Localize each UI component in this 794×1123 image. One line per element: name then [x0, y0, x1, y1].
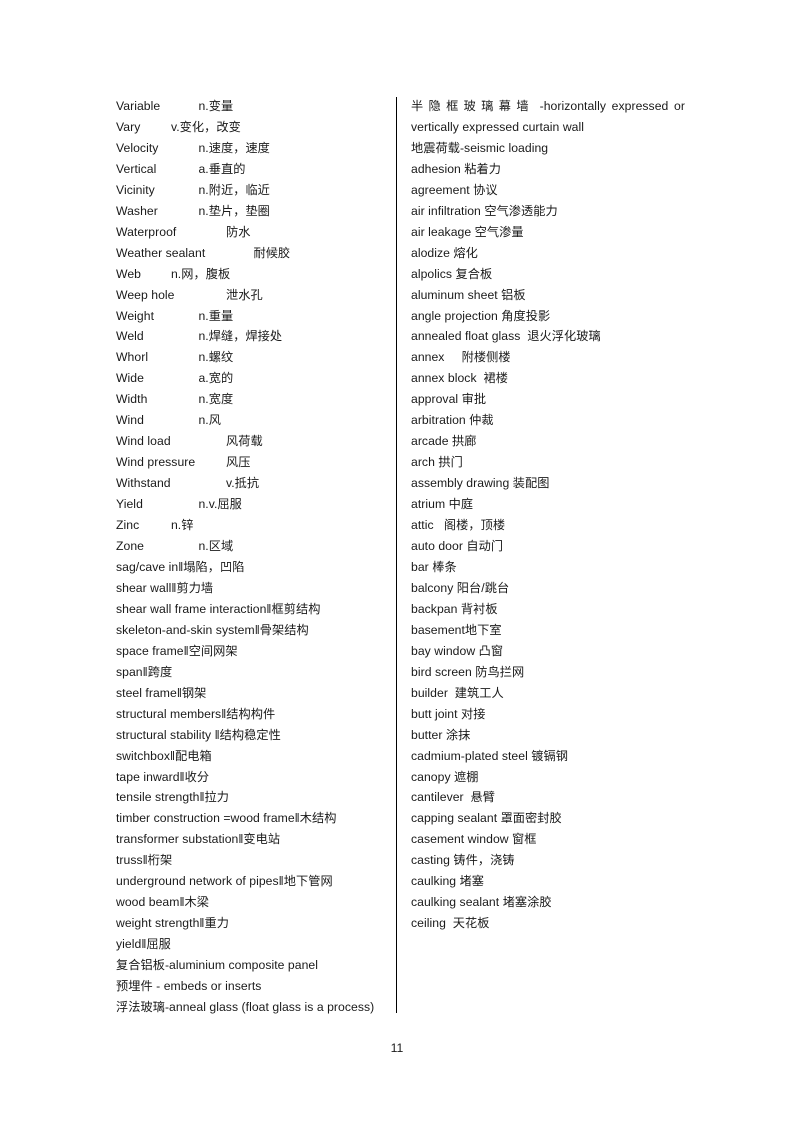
glossary-entry: annex 附楼侧楼: [411, 350, 511, 365]
glossary-entry: arbitration 仲裁: [411, 413, 494, 428]
glossary-entry: canopy 遮棚: [411, 769, 479, 784]
glossary-entry: Withstand v.抵抗: [116, 476, 260, 491]
glossary-entry: Weight n.重量: [116, 308, 234, 323]
glossary-entry: air infiltration 空气渗透能力: [411, 203, 558, 218]
glossary-entry: 预埋件 - embeds or inserts: [116, 979, 262, 994]
glossary-entry: cadmium-plated steel 镀镉钢: [411, 748, 568, 763]
left-column: Variable n.变量 Vary v.变化，改变 Velocity n.速度，速…: [116, 96, 388, 1018]
glossary-entry: tensile strength‖拉力: [116, 790, 230, 805]
glossary-entry: casting 铸件，浇铸: [411, 853, 515, 868]
glossary-entry: steel frame‖钢架: [116, 685, 207, 700]
glossary-entry: backpan 背衬板: [411, 601, 498, 616]
glossary-entry: butter 涂抹: [411, 727, 471, 742]
glossary-entry: atrium 中庭: [411, 497, 474, 512]
glossary-entry: switchbox‖配电箱: [116, 748, 212, 763]
glossary-entry: Zone n.区域: [116, 539, 234, 554]
glossary-entry: Whorl n.螺纹: [116, 350, 234, 365]
glossary-entry: Width n.宽度: [116, 392, 234, 407]
glossary-entry: 复合铝板-aluminium composite panel: [116, 958, 318, 973]
glossary-entry: Wind load 风荷载: [116, 434, 263, 449]
glossary-entry: caulking 堵塞: [411, 874, 485, 889]
glossary-entry: structural members‖结构构件: [116, 706, 276, 721]
glossary-entry: wood beam‖木梁: [116, 895, 210, 910]
glossary-entry: caulking sealant 堵塞涂胶: [411, 895, 552, 910]
glossary-entry: basement地下室: [411, 622, 502, 637]
glossary-entry: Weld n.焊缝，焊接处: [116, 329, 283, 344]
glossary-entry: Variable n.变量: [116, 99, 234, 113]
glossary-entry: balcony 阳台/跳台: [411, 580, 510, 595]
glossary-entry: span‖跨度: [116, 664, 173, 679]
glossary-entry: agreement 协议: [411, 182, 498, 197]
glossary-entry: underground network of pipes‖地下管网: [116, 874, 333, 889]
glossary-entry: Washer n.垫片，垫圈: [116, 203, 270, 218]
glossary-entry: annealed float glass 退火浮化玻璃: [411, 329, 601, 344]
glossary-entry: Web n.网，腹板: [116, 266, 231, 281]
glossary-entry: adhesion 粘着力: [411, 161, 502, 176]
glossary-entry: auto door 自动门: [411, 539, 504, 554]
glossary-entry: 浮法玻璃-anneal glass (float glass is a proc…: [116, 999, 375, 1014]
page-number: 11: [390, 1041, 404, 1055]
glossary-entry: arcade 拱廊: [411, 434, 477, 449]
glossary-entry: casement window 窗框: [411, 832, 537, 847]
glossary-entry: approval 审批: [411, 392, 487, 407]
column-divider: [396, 97, 397, 1013]
glossary-entry: Wind n.风: [116, 413, 221, 428]
glossary-entry: aluminum sheet 铝板: [411, 287, 526, 302]
glossary-entry: Wind pressure 风压: [116, 455, 251, 470]
glossary-entry-first: 半隐框玻璃幕墙 -horizontally expressed or verti…: [411, 96, 685, 138]
glossary-entry: Vertical a.垂直的: [116, 161, 246, 176]
document-page: Variable n.变量 Vary v.变化，改变 Velocity n.速度，速…: [0, 0, 794, 1123]
glossary-entry: Weep hole 泄水孔: [116, 287, 263, 302]
glossary-entry: Vary v.变化，改变: [116, 119, 241, 134]
glossary-entry-term-cjk: 半隐框玻璃幕墙: [411, 99, 534, 113]
glossary-entry: Waterproof 防水: [116, 224, 251, 239]
glossary-entry: Weather sealant 耐候胶: [116, 245, 291, 260]
glossary-entry: tape inward‖收分: [116, 769, 210, 784]
glossary-entry: arch 拱门: [411, 455, 463, 470]
glossary-entry: capping sealant 罩面密封胶: [411, 811, 562, 826]
glossary-entry: angle projection 角度投影: [411, 308, 551, 323]
glossary-entry: yield‖屈服: [116, 937, 171, 952]
glossary-entry: transformer substation‖变电站: [116, 832, 281, 847]
glossary-entry: ceiling 天花板: [411, 916, 490, 931]
glossary-entry: sag/cave in‖塌陷，凹陷: [116, 559, 245, 574]
glossary-entry: truss‖桁架: [116, 853, 173, 868]
glossary-entry: assembly drawing 装配图: [411, 476, 550, 491]
glossary-entry: annex block 裙楼: [411, 371, 508, 386]
glossary-entry: shear wall frame interaction‖框剪结构: [116, 601, 321, 616]
glossary-entry: bar 棒条: [411, 559, 457, 574]
glossary-entry: Wide a.宽的: [116, 371, 234, 386]
glossary-entry: Vicinity n.附近，临近: [116, 182, 270, 197]
glossary-entry: 地震荷载-seismic loading: [411, 140, 549, 155]
glossary-entry: Velocity n.速度，速度: [116, 140, 270, 155]
glossary-entry: timber construction =wood frame‖木结构: [116, 811, 337, 826]
glossary-entry: skeleton-and-skin system‖骨架结构: [116, 622, 309, 637]
glossary-entry: bird screen 防鸟拦网: [411, 664, 525, 679]
glossary-entry: shear wall‖剪力墙: [116, 580, 214, 595]
glossary-entry: space frame‖空间网架: [116, 643, 238, 658]
glossary-entry: alpolics 复合板: [411, 266, 493, 281]
glossary-entry: structural stability ‖结构稳定性: [116, 727, 281, 742]
glossary-entry: builder 建筑工人: [411, 685, 504, 700]
glossary-entry: bay window 凸窗: [411, 643, 504, 658]
glossary-entry: attic 阁楼，顶楼: [411, 518, 506, 533]
glossary-entry: Zinc n.锌: [116, 518, 194, 533]
glossary-entry: butt joint 对接: [411, 706, 486, 721]
right-column: 半隐框玻璃幕墙 -horizontally expressed or verti…: [411, 96, 685, 934]
glossary-entry: alodize 熔化: [411, 245, 478, 260]
glossary-entry: air leakage 空气渗量: [411, 224, 524, 239]
glossary-entry: weight strength‖重力: [116, 916, 229, 931]
glossary-entry: Yield n.v.屈服: [116, 497, 242, 512]
glossary-entry: cantilever 悬臂: [411, 790, 496, 805]
